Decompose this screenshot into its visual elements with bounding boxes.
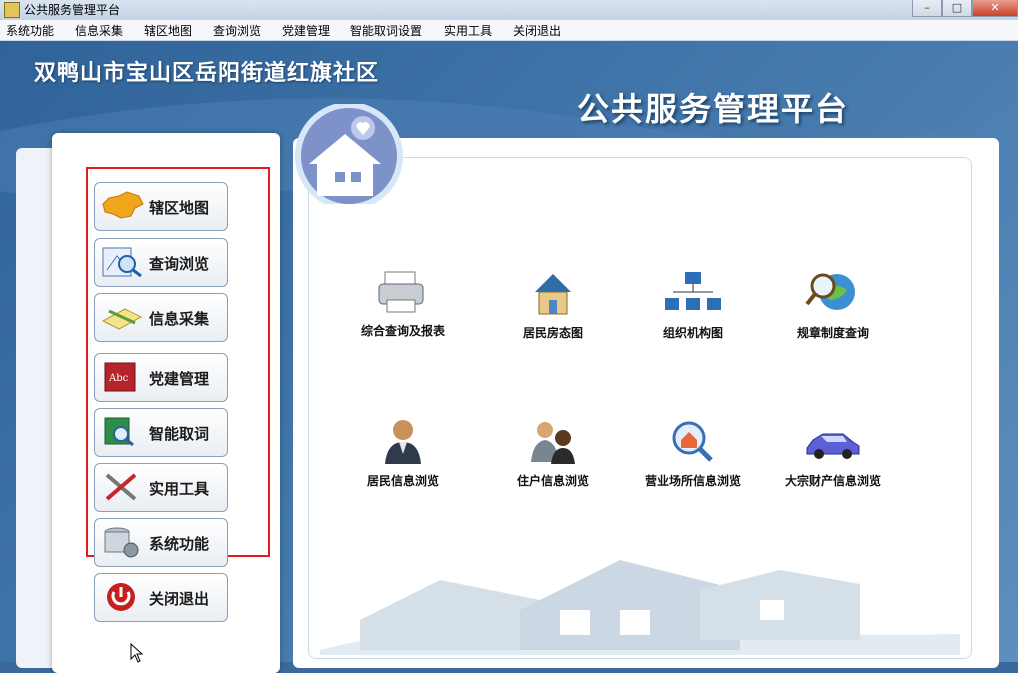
abc-book-icon: Abc xyxy=(104,362,136,392)
maximize-button[interactable]: □ xyxy=(942,0,972,17)
func-label: 住户信息浏览 xyxy=(516,474,589,488)
car-icon xyxy=(806,433,860,459)
sidebar-item-label: 信息采集 xyxy=(149,310,210,328)
book-search-icon xyxy=(104,417,134,447)
sidebar-item-query[interactable]: 查询浏览 xyxy=(94,238,228,287)
func-label: 组织机构图 xyxy=(662,326,723,340)
sidebar-item-smart-word[interactable]: 智能取词 xyxy=(94,408,228,457)
menu-smart-word[interactable]: 智能取词设置 xyxy=(350,22,422,39)
sidebar-item-label: 关闭退出 xyxy=(149,590,210,608)
printer-icon xyxy=(378,271,424,313)
sidebar-item-label: 查询浏览 xyxy=(149,255,210,273)
database-gear-icon xyxy=(104,527,139,558)
household-people-icon xyxy=(531,422,575,464)
func-household-info[interactable]: 住户信息浏览 xyxy=(483,418,623,489)
window-title: 公共服务管理平台 xyxy=(24,3,121,17)
close-window-button[interactable]: ✕ xyxy=(972,0,1018,17)
window-titlebar: 公共服务管理平台 – □ ✕ xyxy=(0,0,1018,21)
home-badge-icon xyxy=(295,104,403,204)
menu-party[interactable]: 党建管理 xyxy=(282,22,330,39)
func-label: 大宗财产信息浏览 xyxy=(784,474,881,488)
sidebar-item-label: 党建管理 xyxy=(149,370,210,388)
sidebar-item-exit[interactable]: 关闭退出 xyxy=(94,573,228,622)
notebook-pencil-icon xyxy=(101,308,143,330)
menu-query[interactable]: 查询浏览 xyxy=(213,22,261,39)
menu-exit[interactable]: 关闭退出 xyxy=(513,22,561,39)
func-org-chart[interactable]: 组织机构图 xyxy=(623,270,763,341)
sidebar-item-info-collect[interactable]: 信息采集 xyxy=(94,293,228,342)
platform-title: 公共服务管理平台 xyxy=(577,90,850,128)
app-icon xyxy=(4,2,20,18)
menu-tools[interactable]: 实用工具 xyxy=(444,22,492,39)
sidebar-item-label: 系统功能 xyxy=(149,535,210,553)
mouse-cursor-icon xyxy=(130,643,144,663)
sidebar-item-party[interactable]: Abc 党建管理 xyxy=(94,353,228,402)
func-resident-info[interactable]: 居民信息浏览 xyxy=(333,418,473,489)
org-name: 双鸭山市宝山区岳阳街道红旗社区 xyxy=(34,61,380,86)
menu-info-collect[interactable]: 信息采集 xyxy=(75,22,123,39)
sidebar-item-area-map[interactable]: 辖区地图 xyxy=(94,182,228,231)
house-magnifier-icon xyxy=(672,421,713,462)
func-label: 规章制度查询 xyxy=(796,326,869,340)
func-regulations[interactable]: 规章制度查询 xyxy=(763,270,903,341)
minimize-button[interactable]: – xyxy=(912,0,942,17)
menu-system[interactable]: 系统功能 xyxy=(6,22,54,39)
func-property-info[interactable]: 大宗财产信息浏览 xyxy=(763,418,903,489)
menu-bar: 系统功能 信息采集 辖区地图 查询浏览 党建管理 智能取词设置 实用工具 关闭退… xyxy=(0,20,1018,41)
sidebar-item-label: 智能取词 xyxy=(149,425,210,443)
menu-area-map[interactable]: 辖区地图 xyxy=(144,22,192,39)
tools-icon xyxy=(105,473,137,501)
func-label: 综合查询及报表 xyxy=(360,324,445,338)
power-icon xyxy=(107,583,135,611)
func-label: 居民房态图 xyxy=(522,326,583,340)
func-business-info[interactable]: 营业场所信息浏览 xyxy=(623,418,763,489)
svg-text:Abc: Abc xyxy=(108,373,129,384)
sidebar-item-label: 辖区地图 xyxy=(149,199,210,217)
org-chart-icon xyxy=(665,272,721,310)
china-map-icon xyxy=(102,191,144,219)
sidebar-item-tools[interactable]: 实用工具 xyxy=(94,463,228,512)
house-icon xyxy=(535,274,571,315)
func-housing-map[interactable]: 居民房态图 xyxy=(483,270,623,341)
houses-watermark xyxy=(320,560,960,655)
sidebar-item-label: 实用工具 xyxy=(149,480,210,498)
resident-person-icon xyxy=(385,420,421,464)
func-label: 营业场所信息浏览 xyxy=(644,474,741,488)
sidebar-item-system[interactable]: 系统功能 xyxy=(94,518,228,567)
globe-magnifier-icon xyxy=(805,273,855,310)
func-report[interactable]: 综合查询及报表 xyxy=(333,268,473,339)
magnifier-map-icon xyxy=(102,247,142,278)
func-label: 居民信息浏览 xyxy=(366,474,439,488)
